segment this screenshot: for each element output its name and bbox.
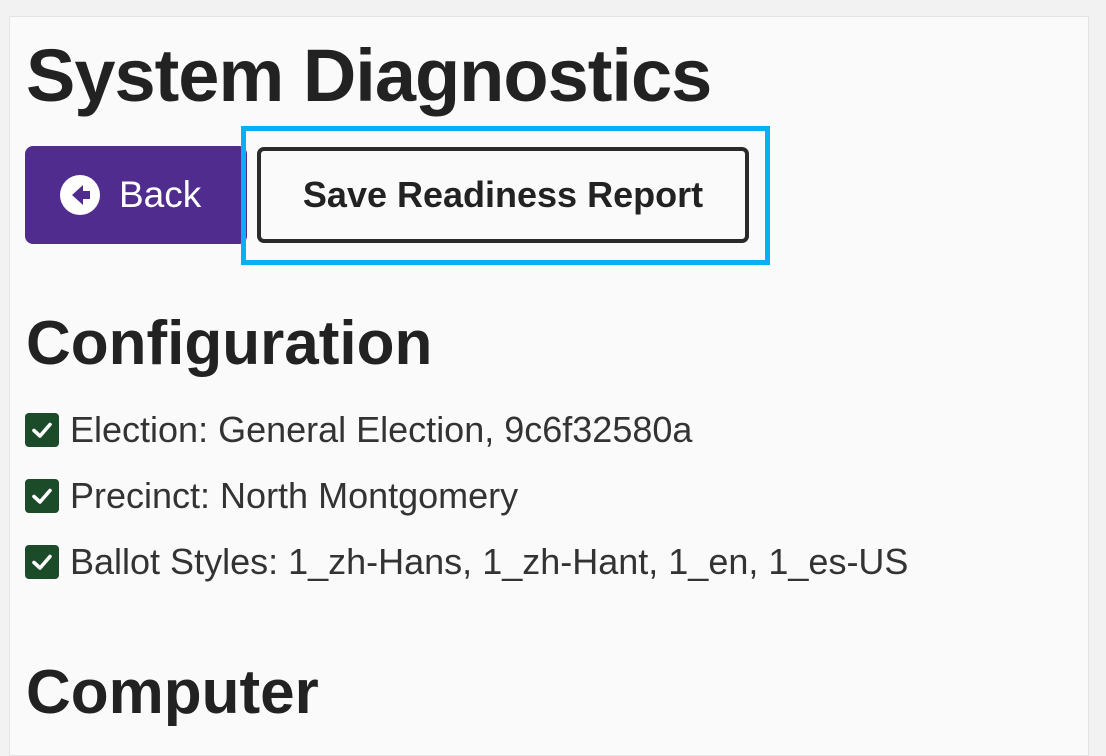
list-item-election: Election: General Election, 9c6f32580a	[25, 397, 908, 463]
precinct-label: Precinct: North Montgomery	[70, 475, 519, 516]
circle-arrow-left-icon	[59, 174, 101, 216]
ballot-styles-label: Ballot Styles: 1_zh-Hans, 1_zh-Hant, 1_e…	[70, 541, 909, 582]
checkmark-icon	[25, 545, 59, 579]
diagnostics-panel: System Diagnostics Back Save Readiness R…	[9, 16, 1089, 756]
page-title: System Diagnostics	[26, 34, 712, 117]
back-button[interactable]: Back	[25, 146, 247, 244]
computer-heading: Computer	[26, 658, 319, 727]
back-button-label: Back	[119, 174, 202, 215]
configuration-list: Election: General Election, 9c6f32580a P…	[25, 397, 908, 595]
list-item-ballot-styles: Ballot Styles: 1_zh-Hans, 1_zh-Hant, 1_e…	[25, 529, 908, 595]
election-label: Election: General Election, 9c6f32580a	[70, 409, 693, 450]
list-item-precinct: Precinct: North Montgomery	[25, 463, 908, 529]
save-readiness-report-button[interactable]: Save Readiness Report	[257, 147, 749, 243]
checkmark-icon	[25, 413, 59, 447]
checkmark-icon	[25, 479, 59, 513]
configuration-heading: Configuration	[26, 309, 433, 378]
